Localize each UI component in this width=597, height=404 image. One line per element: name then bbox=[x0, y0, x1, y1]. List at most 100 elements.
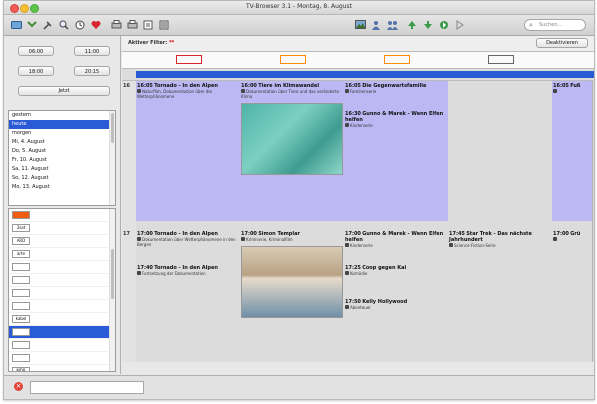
program-title: Fuß bbox=[570, 83, 581, 89]
program-entry[interactable]: 16:30 Gunno & Marek - Wenn Elfen helfen K… bbox=[345, 111, 447, 128]
channel-list-item[interactable]: 3sat bbox=[9, 222, 115, 235]
error-icon[interactable]: × bbox=[14, 382, 23, 391]
program-entry[interactable]: 16:05 Die Gegenwartsfamilie Familienserie bbox=[345, 83, 447, 94]
day-list-item[interactable]: morgen bbox=[9, 129, 115, 138]
program-entry[interactable]: 17:25 Coop gegen Kai Komödie bbox=[345, 265, 447, 276]
program-entry[interactable]: 16:00 Tiere im Klimawandel Dokumentation … bbox=[241, 83, 343, 175]
program-description: Dokumentation über Tiere und das verände… bbox=[241, 89, 340, 99]
arrow-up-icon[interactable] bbox=[406, 19, 418, 31]
channel-logo: 3sat bbox=[12, 224, 30, 232]
program-description: Science-Fiction-Serie bbox=[454, 243, 496, 248]
channel-logo-3[interactable] bbox=[384, 55, 410, 64]
now-button[interactable]: Jetzt bbox=[18, 86, 110, 96]
program-entry[interactable]: 17:40 Tornado - In den Alpen Fortsetzung … bbox=[137, 265, 239, 276]
current-hour-band bbox=[344, 81, 448, 221]
deactivate-filter-button[interactable]: Deaktivieren bbox=[536, 38, 588, 48]
channel-list-item[interactable] bbox=[9, 326, 115, 339]
channel-list-item[interactable]: kabel bbox=[9, 313, 115, 326]
filter-bar: Aktiver Filter: ** Deaktivieren bbox=[122, 36, 594, 52]
day-list-item[interactable]: Sa, 11. August bbox=[9, 165, 115, 174]
current-hour-band bbox=[552, 81, 592, 221]
program-description: Krimiserie, Kriminalfilm bbox=[246, 237, 293, 242]
channel-list-item[interactable] bbox=[9, 261, 115, 274]
picture-icon[interactable] bbox=[354, 19, 366, 31]
tv-icon[interactable] bbox=[10, 19, 22, 31]
program-info-icon bbox=[553, 237, 557, 241]
channel-list[interactable]: 3sat ARD arte kabel MDR bbox=[8, 208, 116, 372]
channel-header bbox=[122, 52, 594, 69]
channel-logo: kabel bbox=[12, 315, 30, 323]
filter-icon[interactable] bbox=[142, 19, 154, 31]
program-column: 16:05 Die Gegenwartsfamilie Familienserie… bbox=[344, 81, 449, 362]
day-list-item[interactable]: Do, 5. August bbox=[9, 147, 115, 156]
channel-logo bbox=[12, 328, 30, 336]
title-bar: TV-Browser 3.1 - Montag, 8. August bbox=[4, 1, 594, 15]
time-button-1[interactable]: 06:00 bbox=[18, 46, 54, 56]
program-info-icon bbox=[137, 271, 141, 275]
person-group-icon[interactable] bbox=[386, 19, 398, 31]
day-list-item[interactable]: heute bbox=[9, 120, 115, 129]
day-list-scrollbar[interactable] bbox=[109, 111, 115, 205]
print-icon-2[interactable] bbox=[126, 19, 138, 31]
tools-icon[interactable] bbox=[42, 19, 54, 31]
program-info-icon bbox=[553, 89, 557, 93]
program-description: Kinderserie bbox=[350, 243, 373, 248]
time-button-2[interactable]: 11:00 bbox=[74, 46, 110, 56]
search-field[interactable]: ⌕ Suchen... bbox=[524, 19, 586, 31]
program-info-icon bbox=[449, 243, 453, 247]
day-list-item[interactable]: So, 12. August bbox=[9, 174, 115, 183]
hour-label-17: 17 bbox=[123, 231, 130, 237]
channel-list-scrollbar[interactable] bbox=[109, 209, 115, 371]
app-window: TV-Browser 3.1 - Montag, 8. August ⌕ Suc… bbox=[3, 0, 595, 400]
channel-logo: ARD bbox=[12, 237, 30, 245]
channel-logo-4[interactable] bbox=[488, 55, 514, 64]
time-button-3[interactable]: 18:00 bbox=[18, 66, 54, 76]
channel-list-item[interactable]: arte bbox=[9, 248, 115, 261]
channel-logo bbox=[12, 354, 30, 362]
time-button-4[interactable]: 20:15 bbox=[74, 66, 110, 76]
program-column: 16:00 Tiere im Klimawandel Dokumentation … bbox=[240, 81, 345, 362]
reminder-icon[interactable] bbox=[74, 19, 86, 31]
program-image bbox=[241, 246, 343, 318]
program-info-icon bbox=[241, 89, 245, 93]
channel-list-item[interactable] bbox=[9, 352, 115, 365]
program-entry[interactable]: 16:05 Fuß bbox=[553, 83, 591, 94]
channel-list-item[interactable]: ARD bbox=[9, 235, 115, 248]
day-list-item[interactable]: Mo, 13. August bbox=[9, 183, 115, 192]
channel-logo-2[interactable] bbox=[280, 55, 306, 64]
day-list-item[interactable]: gestern bbox=[9, 111, 115, 120]
program-entry[interactable]: 17:50 Kelly Hollywood Abenteuer bbox=[345, 299, 447, 310]
channel-list-item[interactable] bbox=[9, 300, 115, 313]
channel-list-item[interactable] bbox=[9, 339, 115, 352]
zoom-icon[interactable] bbox=[58, 19, 70, 31]
scroll-icon[interactable] bbox=[26, 19, 38, 31]
favorite-icon[interactable] bbox=[90, 19, 102, 31]
program-entry[interactable]: 16:05 Tornado - In den Alpen Naturfilm, D… bbox=[137, 83, 239, 99]
list-icon[interactable] bbox=[158, 19, 170, 31]
channel-list-item[interactable]: MDR bbox=[9, 365, 115, 371]
program-entry[interactable]: 17:45 Star Trek - Das nächste Jahrhunder… bbox=[449, 231, 551, 248]
channel-list-item[interactable] bbox=[9, 209, 115, 222]
print-icon[interactable] bbox=[110, 19, 122, 31]
program-entry[interactable]: 17:00 Tornado - In den Alpen Dokumentatio… bbox=[137, 231, 239, 247]
window-title: TV-Browser 3.1 - Montag, 8. August bbox=[245, 3, 353, 10]
arrow-right-icon[interactable] bbox=[438, 19, 450, 31]
channel-logo bbox=[12, 289, 30, 297]
hour-label-16: 16 bbox=[123, 83, 130, 89]
day-list[interactable]: gestern heute morgen Mi, 4. August Do, 5. Au… bbox=[8, 110, 116, 206]
arrow-forward-icon[interactable] bbox=[454, 19, 466, 31]
program-entry[interactable]: 17:00 Simon Templar Krimiserie, Kriminalf… bbox=[241, 231, 343, 318]
channel-logo-1[interactable] bbox=[176, 55, 202, 64]
program-entry[interactable]: 17:00 Gunno & Marek - Wenn Elfen helfen K… bbox=[345, 231, 447, 248]
person-icon[interactable] bbox=[370, 19, 382, 31]
status-field[interactable] bbox=[30, 381, 144, 394]
channel-list-item[interactable] bbox=[9, 274, 115, 287]
arrow-down-icon[interactable] bbox=[422, 19, 434, 31]
program-grid[interactable]: 16 17 16:05 Tornado - In den Alpen Naturf… bbox=[122, 81, 594, 362]
program-table-area: Aktiver Filter: ** Deaktivieren 16 17 16… bbox=[122, 36, 594, 374]
program-description: Kinderserie bbox=[350, 123, 373, 128]
day-list-item[interactable]: Fr, 10. August bbox=[9, 156, 115, 165]
program-entry[interactable]: 17:00 Grü bbox=[553, 231, 591, 242]
day-list-item[interactable]: Mi, 4. August bbox=[9, 138, 115, 147]
channel-list-item[interactable] bbox=[9, 287, 115, 300]
